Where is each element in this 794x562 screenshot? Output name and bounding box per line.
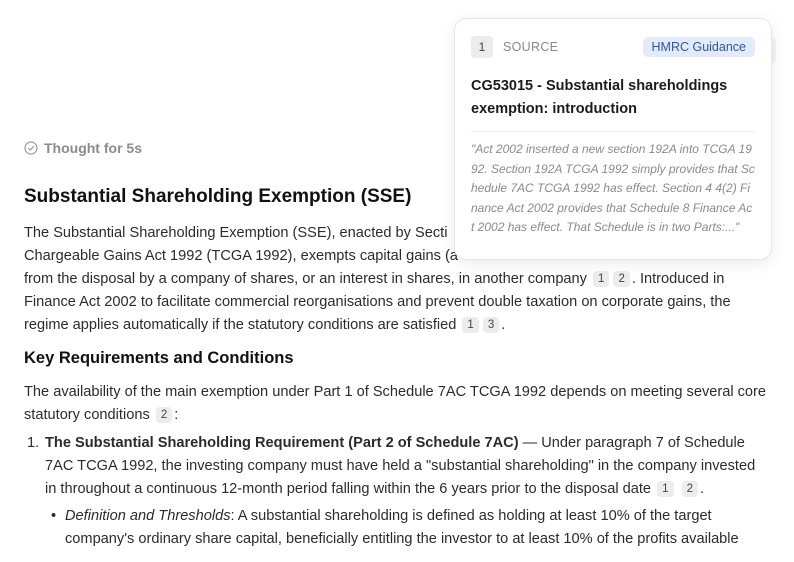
- source-index-badge: 1: [471, 36, 493, 58]
- citation-badge[interactable]: 3: [482, 317, 500, 333]
- list-item: 1. The Substantial Shareholding Requirem…: [24, 432, 769, 501]
- citation-badge[interactable]: 2: [613, 271, 630, 287]
- list-number: 1.: [27, 435, 40, 451]
- citation-badge[interactable]: 1: [593, 271, 610, 287]
- requirements-list: 1. The Substantial Shareholding Requirem…: [24, 432, 769, 551]
- citation-badge[interactable]: 1: [462, 317, 479, 333]
- background-panel-edge: [772, 38, 776, 64]
- source-quote: "Act 2002 inserted a new section 192A in…: [471, 142, 755, 234]
- source-type-badge: HMRC Guidance: [642, 37, 755, 57]
- thought-indicator[interactable]: Thought for 5s: [24, 140, 142, 156]
- bullet-icon: •: [51, 508, 57, 524]
- source-popup[interactable]: 1 SOURCE HMRC Guidance CG53015 - Substan…: [454, 18, 772, 260]
- source-label: SOURCE: [503, 40, 559, 54]
- source-popup-header: 1 SOURCE HMRC Guidance: [471, 35, 755, 59]
- availability-paragraph: The availability of the main exemption u…: [24, 381, 769, 427]
- section-heading: Key Requirements and Conditions: [24, 349, 294, 367]
- intro-text-1b: Chargeable Gains Act 1992 (TCGA 1992), e…: [24, 248, 458, 264]
- intro-text-2: from the disposal by a company of shares…: [24, 271, 587, 287]
- availability-colon: :: [174, 407, 179, 423]
- divider: [471, 131, 755, 132]
- list-item-end: .: [699, 481, 705, 497]
- intro-text-1: The Substantial Shareholding Exemption (…: [24, 225, 448, 241]
- citation-badge[interactable]: 2: [155, 407, 173, 423]
- list-item-title: The Substantial Shareholding Requirement…: [45, 435, 519, 451]
- sub-list-item: • Definition and Thresholds: A substanti…: [24, 505, 769, 551]
- thought-label: Thought for 5s: [44, 140, 142, 156]
- citation-badge[interactable]: 2: [681, 481, 698, 497]
- availability-text: The availability of the main exemption u…: [24, 384, 767, 423]
- intro-text-4: .: [501, 317, 506, 333]
- source-title-link[interactable]: CG53015 - Substantial shareholdings exem…: [471, 75, 755, 121]
- check-circle-icon: [24, 141, 38, 155]
- citation-badge[interactable]: 1: [657, 481, 674, 497]
- sub-item-title: Definition and Thresholds: [65, 508, 231, 524]
- page-title: Substantial Shareholding Exemption (SSE): [24, 186, 412, 207]
